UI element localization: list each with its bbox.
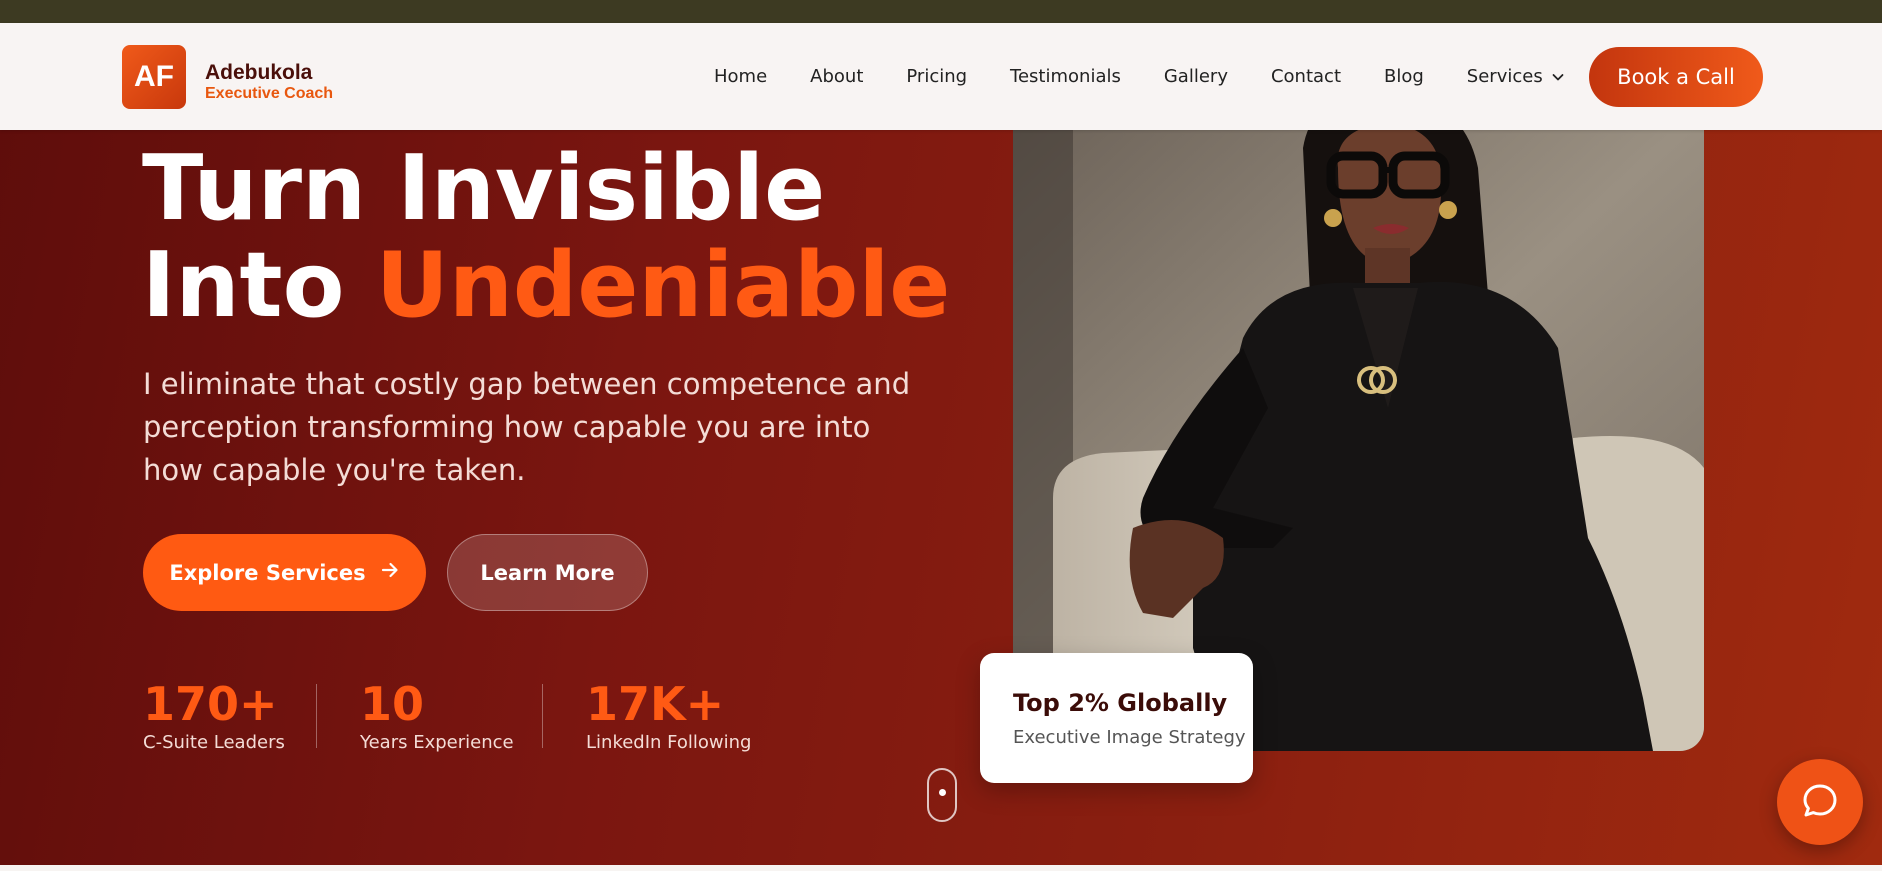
nav-services-label: Services — [1466, 66, 1543, 87]
stat-divider — [316, 684, 317, 748]
chat-widget-button[interactable] — [1777, 759, 1863, 845]
logo-badge[interactable]: AF — [122, 45, 186, 109]
learn-more-label: Learn More — [480, 560, 615, 585]
scroll-down-indicator[interactable] — [927, 768, 957, 822]
chat-bubble-icon — [1800, 781, 1840, 824]
nav-about[interactable]: About — [810, 66, 863, 87]
nav-blog[interactable]: Blog — [1384, 66, 1424, 87]
hero-headline: Turn Invisible Into Undeniable — [142, 140, 950, 334]
stat-years-experience: 10 Years Experience — [360, 678, 514, 753]
headline-line-1: Turn Invisible — [142, 136, 826, 241]
page-bottom-strip — [0, 865, 1882, 871]
stat-label: LinkedIn Following — [586, 732, 752, 753]
nav-about-label: About — [810, 66, 864, 87]
nav-contact-label: Contact — [1270, 66, 1341, 87]
site-navbar: AF Adebukola Executive Coach Home About … — [0, 23, 1882, 130]
main-nav: Home About Pricing Testimonials Gallery … — [714, 66, 1565, 87]
top-2-percent-card: Top 2% Globally Executive Image Strategy — [980, 653, 1253, 783]
nav-testimonials-label: Testimonials — [1010, 66, 1121, 87]
stat-value: 10 — [360, 677, 425, 731]
brand-name[interactable]: Adebukola — [205, 61, 312, 85]
browser-toolbar-strip — [0, 0, 1882, 23]
chevron-down-icon — [1551, 70, 1565, 84]
stat-label: Years Experience — [360, 732, 514, 753]
stat-label: C-Suite Leaders — [143, 732, 285, 753]
arrow-right-icon — [380, 560, 400, 585]
scroll-dot — [939, 789, 946, 796]
nav-pricing-label: Pricing — [906, 66, 968, 87]
hero-subtext: I eliminate that costly gap between comp… — [143, 367, 911, 487]
nav-blog-label: Blog — [1384, 66, 1424, 87]
nav-testimonials[interactable]: Testimonials — [1010, 66, 1121, 87]
learn-more-button[interactable]: Learn More — [447, 534, 648, 611]
headline-line-2-prefix: Into — [142, 233, 376, 338]
brand-tagline: Executive Coach — [205, 85, 334, 102]
nav-gallery[interactable]: Gallery — [1164, 66, 1228, 87]
stat-c-suite-leaders: 170+ C-Suite Leaders — [143, 678, 285, 753]
explore-services-label: Explore Services — [169, 560, 366, 585]
card-title: Top 2% Globally — [1013, 689, 1228, 717]
stat-divider — [542, 684, 543, 748]
card-subtitle: Executive Image Strategy — [1013, 727, 1246, 748]
explore-services-button[interactable]: Explore Services — [143, 534, 426, 611]
nav-contact[interactable]: Contact — [1271, 66, 1341, 87]
stat-value: 17K+ — [586, 677, 725, 731]
nav-pricing[interactable]: Pricing — [906, 66, 967, 87]
book-a-call-button[interactable]: Book a Call — [1589, 47, 1763, 107]
nav-home[interactable]: Home — [714, 66, 767, 87]
stat-value: 170+ — [143, 677, 278, 731]
nav-home-label: Home — [714, 66, 768, 87]
nav-services-dropdown[interactable]: Services — [1467, 66, 1565, 87]
nav-gallery-label: Gallery — [1163, 66, 1228, 87]
headline-accent-word: Undeniable — [375, 233, 951, 338]
stat-linkedin-following: 17K+ LinkedIn Following — [586, 678, 751, 753]
